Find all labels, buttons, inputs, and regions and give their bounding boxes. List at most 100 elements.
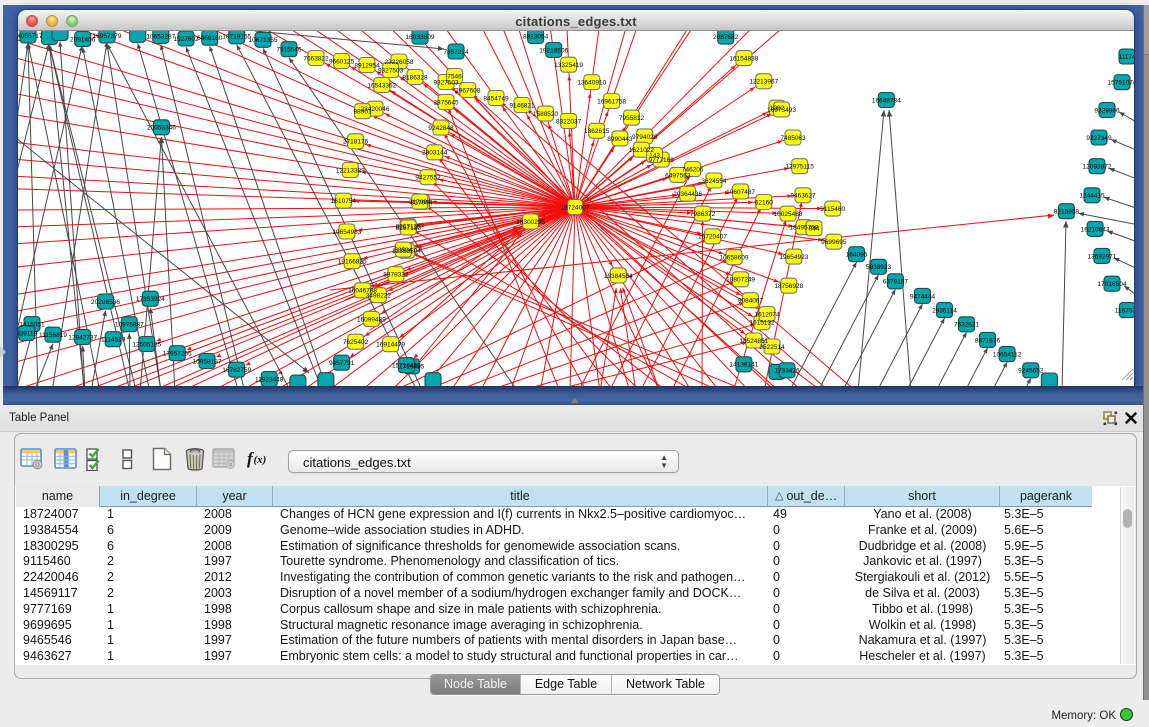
svg-text:18724007: 18724007 [561, 204, 590, 211]
svg-text:13692971: 13692971 [1087, 253, 1116, 260]
svg-text:10975887: 10975887 [115, 322, 144, 329]
svg-text:7546: 7546 [447, 73, 462, 80]
svg-text:844: 844 [809, 226, 820, 233]
svg-text:8878332: 8878332 [383, 272, 409, 279]
svg-text:98901: 98901 [354, 109, 372, 116]
svg-text:6466160: 6466160 [197, 35, 223, 42]
svg-text:17957255: 17957255 [163, 351, 192, 358]
svg-text:9242848: 9242848 [428, 125, 454, 132]
svg-text:1167534: 1167534 [1115, 308, 1134, 315]
svg-text:9245652: 9245652 [1018, 368, 1044, 375]
svg-text:16914479: 16914479 [376, 342, 405, 349]
svg-text:2935114: 2935114 [932, 308, 957, 315]
svg-text:1362615: 1362615 [584, 128, 610, 135]
svg-text:18300295: 18300295 [516, 219, 545, 226]
svg-text:19654983: 19654983 [332, 229, 361, 236]
svg-text:3498222: 3498222 [366, 293, 392, 300]
svg-text:12975115: 12975115 [785, 164, 814, 171]
svg-text:1114519: 1114519 [101, 337, 126, 344]
svg-text:9463627: 9463627 [790, 193, 816, 200]
svg-text:16210643: 16210643 [1081, 226, 1110, 233]
svg-text:1588520: 1588520 [533, 111, 559, 118]
svg-text:1244415: 1244415 [1079, 193, 1105, 200]
svg-text:11156819: 11156819 [39, 332, 67, 339]
svg-text:20053346: 20053346 [147, 125, 176, 132]
svg-text:19654923: 19654923 [779, 254, 808, 261]
svg-text:16099489: 16099489 [357, 316, 386, 323]
svg-text:2087682: 2087682 [713, 34, 739, 41]
svg-text:1610754: 1610754 [331, 198, 357, 205]
svg-text:8267130: 8267130 [396, 225, 422, 232]
svg-text:11174: 11174 [1118, 54, 1134, 61]
svg-text:7485063: 7485063 [780, 135, 806, 142]
svg-text:9457791: 9457791 [329, 360, 355, 367]
svg-text:8471676: 8471676 [975, 337, 1001, 344]
svg-text:19384554: 19384554 [604, 273, 633, 280]
svg-text:53594: 53594 [394, 247, 412, 254]
svg-text:10653287: 10653287 [146, 33, 175, 40]
svg-text:16154838: 16154838 [729, 56, 758, 63]
svg-text:7986372: 7986372 [690, 211, 716, 218]
svg-text:14055717: 14055717 [18, 33, 43, 40]
svg-text:13640910: 13640910 [577, 80, 606, 87]
svg-text:15720407: 15720407 [698, 234, 727, 241]
svg-text:16033809: 16033809 [406, 34, 435, 41]
svg-text:317004: 317004 [409, 199, 431, 206]
svg-text:12942737: 12942737 [68, 334, 97, 341]
svg-text:10958187: 10958187 [193, 358, 222, 365]
svg-text:8186328: 8186328 [402, 74, 428, 81]
svg-text:10719155: 10719155 [222, 34, 251, 41]
svg-text:3624554: 3624554 [701, 178, 727, 185]
svg-text:1415051: 1415051 [19, 321, 45, 328]
svg-text:9794028: 9794028 [632, 134, 658, 141]
svg-text:10654112: 10654112 [993, 352, 1022, 359]
svg-text:15716485: 15716485 [392, 363, 421, 370]
svg-text:16648784: 16648784 [872, 97, 901, 104]
svg-text:12505135: 12505135 [132, 341, 161, 348]
svg-text:9115460: 9115460 [820, 206, 845, 213]
svg-text:939119: 939119 [18, 330, 38, 337]
svg-text:18807249: 18807249 [726, 277, 755, 284]
svg-text:23226058: 23226058 [385, 59, 414, 66]
svg-text:7515546: 7515546 [276, 47, 302, 54]
svg-text:12213967: 12213967 [749, 79, 778, 86]
svg-text:9327503: 9327503 [433, 79, 459, 86]
svg-text:6379197: 6379197 [883, 279, 909, 286]
svg-text:10607487: 10607487 [726, 189, 755, 196]
svg-text:8215958: 8215958 [1054, 209, 1080, 216]
svg-text:7857224: 7857224 [443, 49, 469, 56]
svg-text:19218506: 19218506 [539, 47, 568, 54]
svg-text:8912954: 8912954 [354, 62, 380, 69]
svg-text:1527602: 1527602 [173, 36, 199, 43]
svg-text:9084067: 9084067 [738, 298, 764, 305]
svg-text:(x): (x) [254, 454, 267, 466]
svg-text:164095: 164095 [846, 252, 868, 259]
svg-text:9699695: 9699695 [821, 239, 847, 246]
svg-text:20364436: 20364436 [673, 191, 702, 198]
svg-text:16543362: 16543362 [367, 82, 396, 89]
svg-text:6497563: 6497563 [665, 172, 691, 179]
svg-text:12093872: 12093872 [1083, 164, 1112, 171]
svg-text:19166825: 19166825 [338, 259, 367, 266]
svg-text:17353924: 17353924 [136, 296, 165, 303]
svg-text:11923448: 11923448 [255, 377, 284, 384]
svg-text:1612074: 1612074 [754, 311, 780, 318]
svg-text:9474444: 9474444 [910, 293, 936, 300]
svg-text:9660125: 9660125 [329, 58, 355, 65]
svg-text:7625402: 7625402 [343, 339, 369, 346]
svg-text:3875645: 3875645 [433, 99, 459, 106]
svg-text:9146821: 9146821 [509, 102, 535, 109]
svg-text:8322037: 8322037 [556, 118, 582, 125]
svg-text:16957379: 16957379 [93, 33, 122, 40]
svg-text:10025488: 10025488 [774, 211, 803, 218]
svg-text:9227349: 9227349 [1086, 135, 1112, 142]
svg-text:8454749: 8454749 [483, 95, 509, 102]
svg-text:1615132: 1615132 [749, 320, 775, 327]
svg-text:20206536: 20206536 [91, 299, 120, 306]
svg-text:10973493: 10973493 [767, 107, 796, 114]
svg-text:8990443: 8990443 [607, 136, 633, 143]
svg-text:7663822: 7663822 [303, 55, 329, 62]
svg-text:2967608: 2967608 [455, 87, 481, 94]
svg-text:14136141: 14136141 [729, 362, 758, 369]
svg-text:9327503: 9327503 [378, 67, 404, 74]
